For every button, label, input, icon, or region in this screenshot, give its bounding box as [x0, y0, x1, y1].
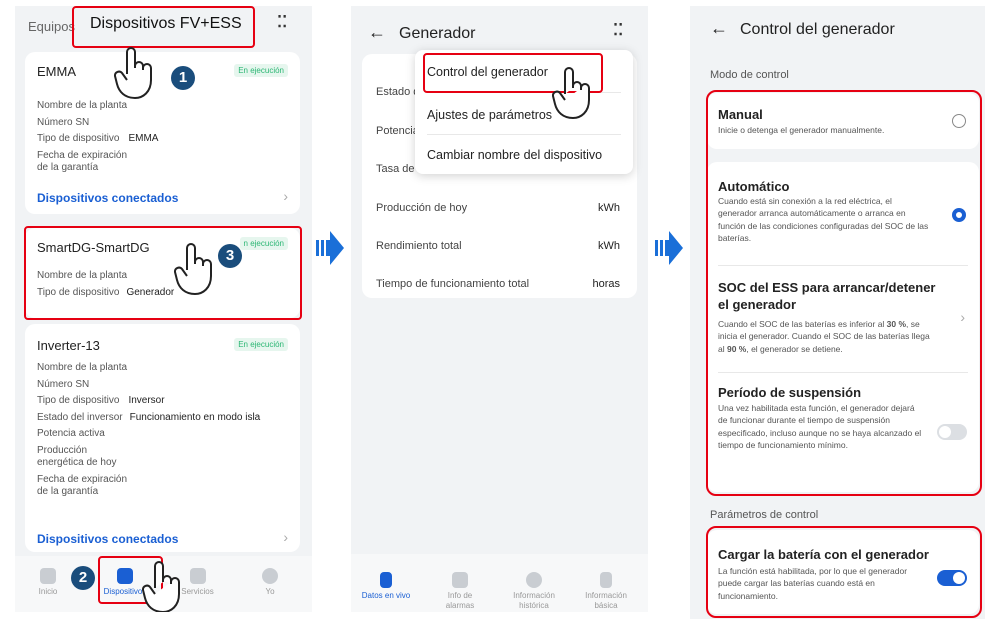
- nav-inicio[interactable]: Inicio: [33, 568, 63, 597]
- pointer-hand-icon: [142, 561, 180, 612]
- pointer-hand-icon: [174, 243, 212, 295]
- more-icon[interactable]: ⁚⁚: [613, 20, 623, 40]
- menu-item-ajustes[interactable]: Ajustes de parámetros: [427, 108, 552, 122]
- row-unit: kWh: [598, 202, 620, 214]
- row-label: Producción: [37, 444, 88, 456]
- alarm-icon: [452, 572, 468, 588]
- row-label: Tiempo de funcionamiento total: [376, 278, 530, 290]
- row-label: de la garantía: [37, 486, 99, 497]
- row-label: Potencia: [376, 125, 419, 137]
- status-badge: En ejecución: [234, 338, 288, 351]
- step-badge-2: 2: [71, 566, 95, 590]
- pointer-hand-icon: [552, 67, 590, 119]
- grid-icon: [189, 568, 206, 584]
- row-label: Rendimiento total: [376, 240, 462, 252]
- step-badge-3: 3: [218, 244, 242, 268]
- user-icon: [262, 568, 278, 584]
- device-card-inverter[interactable]: Inverter-13 En ejecución Nombre de la pl…: [25, 324, 300, 552]
- nav-alarms[interactable]: Info de alarmas: [439, 572, 481, 610]
- highlight-modes: [706, 90, 982, 496]
- generator-control-screen: ← Control del generador Modo de control …: [690, 6, 985, 619]
- row-label: energética de hoy: [37, 457, 117, 468]
- highlight-charge: [706, 526, 982, 618]
- bottom-nav: Datos en vivo Info de alarmas Informació…: [351, 554, 648, 612]
- device-info: Nombre de la planta Número SN Tipo de di…: [37, 100, 158, 175]
- row-value: Inversor: [128, 395, 165, 406]
- row-label: Número SN: [37, 378, 90, 390]
- flow-arrow-icon: [316, 231, 344, 265]
- nav-live-data[interactable]: Datos en vivo: [361, 572, 411, 601]
- info-doc-icon: [600, 572, 612, 588]
- row-label: Tipo de dispositivo: [37, 395, 120, 406]
- row-label: Estado d: [376, 86, 420, 98]
- document-icon: [380, 572, 392, 588]
- connected-devices-link[interactable]: Dispositivos conectados: [37, 191, 178, 205]
- row-value: Funcionamiento en modo isla: [129, 411, 261, 423]
- row-value: EMMA: [128, 133, 159, 144]
- row-label: Estado del inversor: [37, 411, 123, 423]
- row-label: Nombre de la planta: [37, 362, 128, 373]
- page-title: Generador: [399, 25, 476, 42]
- status-badge: En ejecución: [234, 64, 288, 77]
- highlight-card: [24, 226, 302, 320]
- row-unit: horas: [592, 278, 620, 290]
- nav-basic-info[interactable]: Información básica: [578, 572, 634, 610]
- row-label: Potencia activa: [37, 428, 105, 439]
- row-label: Número SN: [37, 116, 90, 128]
- row-label: Fecha de expiración: [37, 473, 128, 485]
- nav-yo[interactable]: Yo: [255, 568, 285, 597]
- device-name: EMMA: [37, 64, 76, 79]
- device-name: Inverter-13: [37, 338, 100, 353]
- divider: [427, 134, 621, 135]
- chevron-right-icon: ›: [283, 188, 288, 204]
- nav-label: Información básica: [585, 591, 627, 610]
- row-label: Tipo de dispositivo: [37, 133, 120, 144]
- row-label: Producción de hoy: [376, 202, 468, 214]
- tab-equipos[interactable]: Equipos: [28, 19, 75, 34]
- device-info: Nombre de la planta Número SN Tipo de di…: [37, 362, 260, 499]
- highlight-tab: [72, 6, 255, 48]
- row-label: Nombre de la planta: [37, 100, 128, 111]
- clock-icon: [526, 572, 542, 588]
- connected-devices-link[interactable]: Dispositivos conectados: [37, 532, 178, 546]
- flow-arrow-icon: [655, 231, 683, 265]
- nav-label: Info de alarmas: [445, 591, 475, 610]
- nav-label: Yo: [265, 587, 275, 596]
- device-card-emma[interactable]: EMMA En ejecución Nombre de la planta Nú…: [25, 52, 300, 214]
- nav-label: Información histórica: [513, 591, 555, 610]
- menu-item-rename[interactable]: Cambiar nombre del dispositivo: [427, 148, 602, 162]
- step-badge-1: 1: [171, 66, 195, 90]
- chevron-right-icon: ›: [283, 529, 288, 545]
- nav-label: Inicio: [38, 587, 58, 596]
- back-arrow-icon[interactable]: ←: [710, 18, 728, 39]
- row-label: Fecha de expiración: [37, 149, 128, 161]
- pointer-hand-icon: [114, 47, 152, 99]
- row-label: de la garantía: [37, 162, 99, 173]
- more-icon[interactable]: ⁚⁚: [277, 12, 287, 32]
- nav-label: Datos en vivo: [361, 591, 411, 600]
- page-title: Control del generador: [740, 21, 895, 38]
- back-arrow-icon[interactable]: ←: [368, 22, 386, 43]
- section-title: Modo de control: [710, 69, 789, 81]
- nav-history[interactable]: Información histórica: [506, 572, 562, 610]
- row-unit: kWh: [598, 240, 620, 252]
- device-list-screen: Equipos Dispositivos FV+ESS ⁚⁚ EMMA En e…: [15, 6, 312, 612]
- home-icon: [40, 568, 56, 584]
- generator-screen: ← Generador ⁚⁚ Estado d Potencia Tasa de…: [351, 6, 648, 612]
- section-title: Parámetros de control: [710, 509, 819, 521]
